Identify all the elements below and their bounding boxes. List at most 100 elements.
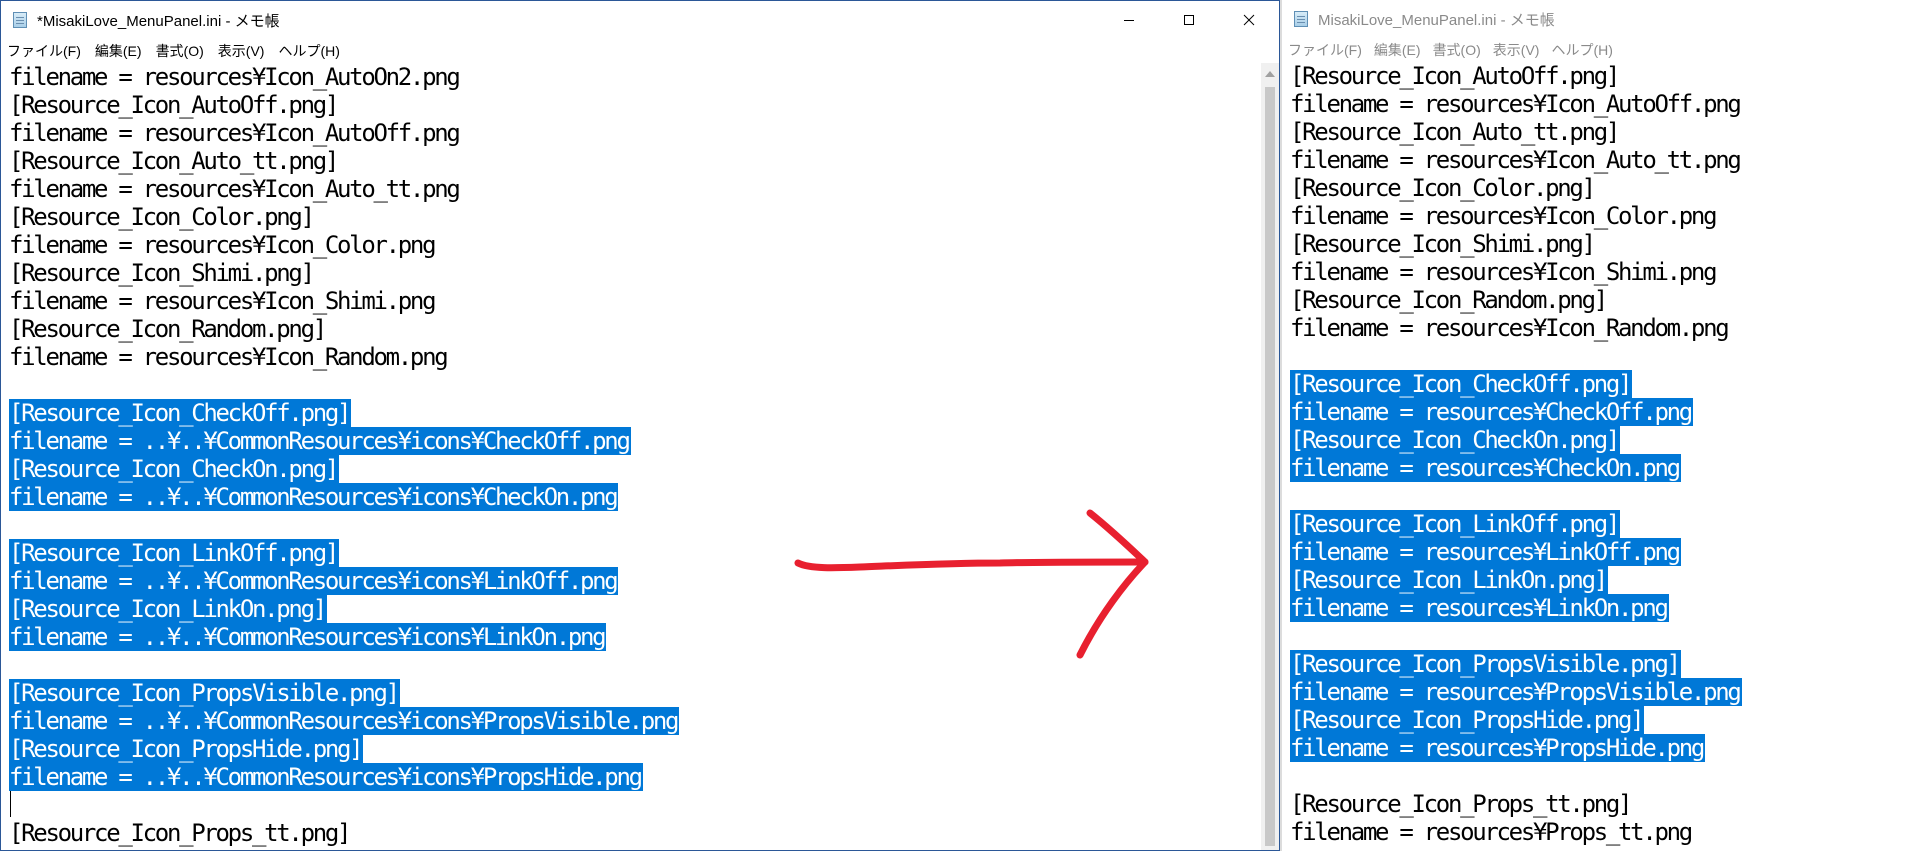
menu-help[interactable]: ヘルプ(H) <box>278 41 339 61</box>
text-line: filename = resources¥Icon_Color.png <box>1290 202 1908 230</box>
text-line: [Resource_Icon_PropsHide.png] <box>1290 706 1908 734</box>
line-text <box>1290 342 1292 370</box>
text-line: filename = resources¥Icon_Auto_tt.png <box>9 175 1261 203</box>
text-line <box>9 791 1261 819</box>
line-text: filename = resources¥Icon_Color.png <box>1290 202 1718 230</box>
line-text: [Resource_Icon_Color.png] <box>1290 174 1596 202</box>
line-text: [Resource_Icon_Random.png] <box>1290 286 1608 314</box>
selected-text: [Resource_Icon_CheckOn.png] <box>9 455 339 483</box>
scroll-up-arrow-icon[interactable] <box>1265 71 1275 77</box>
selected-text: [Resource_Icon_CheckOff.png] <box>1290 370 1632 398</box>
menu-edit[interactable]: 編集(E) <box>1374 40 1421 60</box>
text-caret <box>10 791 11 817</box>
caption-buttons <box>1099 1 1279 39</box>
text-line: filename = ..¥..¥CommonResources¥icons¥P… <box>9 707 1261 735</box>
scrollbar-thumb[interactable] <box>1265 87 1275 846</box>
selected-text: [Resource_Icon_PropsHide.png] <box>1290 706 1645 734</box>
editor-lines: filename = resources¥Icon_AutoOn2.png [Re… <box>1 63 1261 850</box>
line-text: filename = resources¥Icon_Shimi.png <box>9 287 437 315</box>
text-line: [Resource_Icon_PropsHide.png] <box>9 735 1261 763</box>
text-line: filename = resources¥Icon_AutoOff.png <box>1290 90 1908 118</box>
menu-file[interactable]: ファイル(F) <box>7 41 81 61</box>
text-line: [Resource_Icon_Auto_tt.png] <box>9 147 1261 175</box>
close-button[interactable] <box>1219 1 1279 39</box>
text-line: filename = resources¥LinkOn.png <box>1290 594 1908 622</box>
notepad-icon[interactable] <box>1292 10 1310 28</box>
selected-text: [Resource_Icon_LinkOff.png] <box>1290 510 1620 538</box>
maximize-icon <box>1184 15 1194 25</box>
selected-text: filename = ..¥..¥CommonResources¥icons¥C… <box>9 483 619 511</box>
line-text: filename = resources¥Icon_AutoOff.png <box>9 119 461 147</box>
text-editor-area[interactable]: [Resource_Icon_AutoOff.png] filename = re… <box>1282 62 1908 851</box>
line-text: [Resource_Icon_Auto_tt.png] <box>9 147 339 175</box>
text-line: [Resource_Icon_AutoOff.png] <box>1290 62 1908 90</box>
text-line: filename = resources¥Icon_Random.png <box>1290 314 1908 342</box>
text-line: [Resource_Icon_LinkOff.png] <box>1290 510 1908 538</box>
menu-format[interactable]: 書式(O) <box>156 41 204 61</box>
selected-text: [Resource_Icon_PropsVisible.png] <box>1290 650 1681 678</box>
menu-help[interactable]: ヘルプ(H) <box>1551 40 1612 60</box>
text-line: filename = resources¥CheckOn.png <box>1290 454 1908 482</box>
menu-format[interactable]: 書式(O) <box>1433 40 1481 60</box>
menu-file[interactable]: ファイル(F) <box>1288 40 1362 60</box>
text-line <box>1290 342 1908 370</box>
text-line: [Resource_Icon_CheckOn.png] <box>1290 426 1908 454</box>
notepad-icon[interactable] <box>11 11 29 29</box>
line-text: [Resource_Icon_Props_tt.png] <box>1290 790 1632 818</box>
line-text <box>1290 482 1292 510</box>
selected-text: filename = ..¥..¥CommonResources¥icons¥C… <box>9 427 631 455</box>
text-line: filename = resources¥Icon_AutoOn2.png <box>9 63 1261 91</box>
text-line: filename = resources¥Props_tt.png <box>9 847 1261 850</box>
text-line: filename = resources¥Icon_Random.png <box>9 343 1261 371</box>
menu-view[interactable]: 表示(V) <box>218 41 265 61</box>
notepad-window-left: *MisakiLove_MenuPanel.ini - メモ帳 ファイル(F) … <box>0 0 1280 851</box>
menu-bar: ファイル(F) 編集(E) 書式(O) 表示(V) ヘルプ(H) <box>1 39 1279 63</box>
selected-text: filename = ..¥..¥CommonResources¥icons¥L… <box>9 567 619 595</box>
text-line: filename = ..¥..¥CommonResources¥icons¥P… <box>9 763 1261 791</box>
menu-bar: ファイル(F) 編集(E) 書式(O) 表示(V) ヘルプ(H) <box>1282 38 1908 62</box>
selected-text: [Resource_Icon_PropsHide.png] <box>9 735 364 763</box>
window-title: MisakiLove_MenuPanel.ini - メモ帳 <box>1318 11 1555 29</box>
text-line: [Resource_Icon_Props_tt.png] <box>9 819 1261 847</box>
title-bar[interactable]: MisakiLove_MenuPanel.ini - メモ帳 <box>1282 0 1908 38</box>
line-text: filename = resources¥Icon_AutoOn2.png <box>9 63 461 91</box>
text-editor-area[interactable]: filename = resources¥Icon_AutoOn2.png [Re… <box>1 63 1261 850</box>
line-text <box>1290 622 1292 650</box>
selected-text: [Resource_Icon_PropsVisible.png] <box>9 679 400 707</box>
line-text: filename = resources¥Icon_Shimi.png <box>1290 258 1718 286</box>
notepad-window-right: MisakiLove_MenuPanel.ini - メモ帳 ファイル(F) 編… <box>1282 0 1908 851</box>
text-line: [Resource_Icon_Random.png] <box>9 315 1261 343</box>
selected-text: [Resource_Icon_CheckOn.png] <box>1290 426 1620 454</box>
maximize-button[interactable] <box>1159 1 1219 39</box>
selected-text: filename = ..¥..¥CommonResources¥icons¥P… <box>9 763 643 791</box>
text-line: [Resource_Icon_PropsVisible.png] <box>9 679 1261 707</box>
text-line: [Resource_Icon_Color.png] <box>9 203 1261 231</box>
vertical-scrollbar[interactable] <box>1261 63 1279 850</box>
text-line: [Resource_Icon_LinkOn.png] <box>1290 566 1908 594</box>
line-text: filename = resources¥Icon_Auto_tt.png <box>9 175 461 203</box>
minimize-button[interactable] <box>1099 1 1159 39</box>
text-line: filename = resources¥Props_tt.png <box>1290 818 1908 846</box>
text-line <box>1290 622 1908 650</box>
line-text: [Resource_Icon_Props_tt.png] <box>9 819 351 847</box>
text-line: [Resource_Icon_Props_tt.png] <box>1290 790 1908 818</box>
line-text: [Resource_Icon_Color.png] <box>9 203 315 231</box>
close-icon <box>1243 14 1255 26</box>
selected-text: filename = resources¥CheckOn.png <box>1290 454 1681 482</box>
selected-text: filename = resources¥PropsVisible.png <box>1290 678 1742 706</box>
selected-text: filename = resources¥PropsHide.png <box>1290 734 1705 762</box>
text-line: [Resource_Icon_Random.png] <box>1290 286 1908 314</box>
text-line: [Resource_Icon_Auto_tt.png] <box>1290 118 1908 146</box>
menu-view[interactable]: 表示(V) <box>1493 40 1540 60</box>
title-bar[interactable]: *MisakiLove_MenuPanel.ini - メモ帳 <box>1 1 1279 39</box>
text-line: filename = resources¥Icon_AutoOff.png <box>9 119 1261 147</box>
text-line: filename = ..¥..¥CommonResources¥icons¥C… <box>9 427 1261 455</box>
text-line: filename = resources¥Icon_Shimi.png <box>9 287 1261 315</box>
menu-edit[interactable]: 編集(E) <box>95 41 142 61</box>
text-line: [Resource_Icon_AutoOff.png] <box>9 91 1261 119</box>
text-line: [Resource_Icon_CheckOff.png] <box>1290 370 1908 398</box>
line-text: filename = resources¥Props_tt.png <box>1290 818 1693 846</box>
line-text: [Resource_Icon_Auto_tt.png] <box>1290 118 1620 146</box>
selected-text: [Resource_Icon_CheckOff.png] <box>9 399 351 427</box>
text-line: [Resource_Icon_Shimi.png] <box>1290 230 1908 258</box>
